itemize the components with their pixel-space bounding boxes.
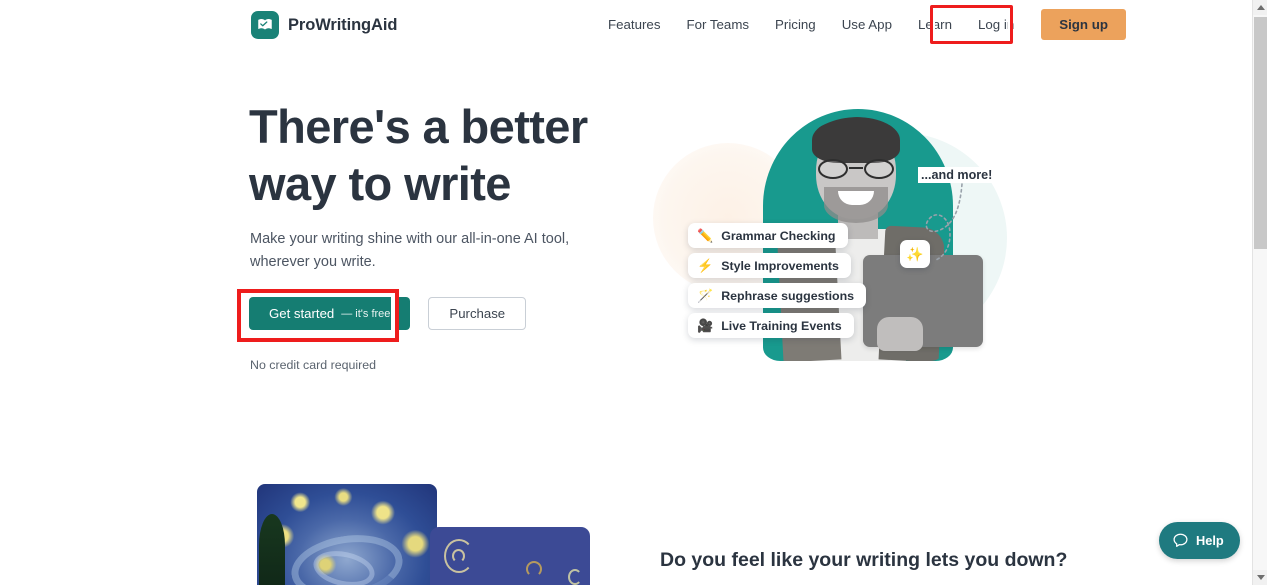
lightning-icon: ⚡ [697, 258, 714, 273]
glasses-icon [818, 159, 894, 179]
help-widget-label: Help [1196, 533, 1224, 548]
feature-card-grammar-checking: ✏️ Grammar Checking [688, 223, 848, 248]
site-header: ProWritingAid Features For Teams Pricing… [0, 0, 1252, 49]
sign-up-wrapper: Sign up [1041, 9, 1126, 40]
blue-doodle-card [430, 527, 590, 585]
nav-link-pricing[interactable]: Pricing [762, 17, 829, 32]
nav-link-features[interactable]: Features [595, 17, 673, 32]
get-started-free-note: — it's free [341, 307, 391, 320]
nav-link-use-app[interactable]: Use App [829, 17, 905, 32]
sparkle-icon: ✨ [900, 240, 930, 268]
main-navigation: Features For Teams Pricing Use App Learn… [595, 0, 1126, 49]
video-camera-icon: 🎥 [697, 318, 714, 333]
doodle-spiral [568, 569, 582, 585]
browser-page: ProWritingAid Features For Teams Pricing… [0, 0, 1267, 585]
brand-name: ProWritingAid [288, 15, 398, 34]
purchase-button[interactable]: Purchase [428, 297, 527, 330]
nav-link-for-teams[interactable]: For Teams [673, 17, 762, 32]
hero-subtitle: Make your writing shine with our all-in-… [250, 231, 570, 270]
scroll-down-arrow-icon[interactable] [1253, 570, 1267, 585]
nav-link-log-in[interactable]: Log in [965, 17, 1027, 32]
sign-up-button[interactable]: Sign up [1041, 9, 1126, 40]
and-more-label: ...and more! [918, 167, 996, 183]
feature-label: Grammar Checking [721, 228, 836, 243]
scroll-up-arrow-icon[interactable] [1253, 0, 1267, 15]
chat-bubble-icon [1173, 533, 1188, 547]
magic-wand-icon: 🪄 [697, 288, 714, 303]
pencil-icon: ✏️ [697, 228, 714, 243]
doodle-spiral [452, 549, 465, 563]
feature-card-rephrase-suggestions: 🪄 Rephrase suggestions [688, 283, 867, 308]
feature-label: Style Improvements [721, 258, 839, 273]
brand-logo-link[interactable]: ProWritingAid [251, 11, 397, 39]
page-title: There's a better way to write [249, 100, 588, 210]
starry-night-image [257, 484, 437, 585]
person-hand [877, 317, 923, 351]
get-started-button[interactable]: Get started — it's free [249, 297, 411, 330]
page-viewport: ProWritingAid Features For Teams Pricing… [0, 0, 1252, 585]
book-logo-icon [251, 11, 279, 39]
help-widget-button[interactable]: Help [1159, 522, 1240, 559]
feature-card-style-improvements: ⚡ Style Improvements [688, 253, 851, 278]
feature-card-live-training-events: 🎥 Live Training Events [688, 313, 854, 338]
page-scrollbar[interactable] [1252, 0, 1267, 585]
person-hair [812, 117, 900, 163]
no-credit-card-note: No credit card required [250, 358, 377, 372]
scrollbar-thumb[interactable] [1254, 17, 1267, 249]
starry-cypress-tree [259, 514, 285, 585]
hero-cta-row: Get started — it's free Purchase [249, 297, 527, 330]
nav-link-learn[interactable]: Learn [905, 17, 965, 32]
feature-label: Live Training Events [721, 318, 842, 333]
get-started-label: Get started [269, 306, 335, 321]
section-question: Do you feel like your writing lets you d… [660, 549, 1068, 571]
feature-label: Rephrase suggestions [721, 288, 855, 303]
doodle-spiral [526, 561, 542, 577]
